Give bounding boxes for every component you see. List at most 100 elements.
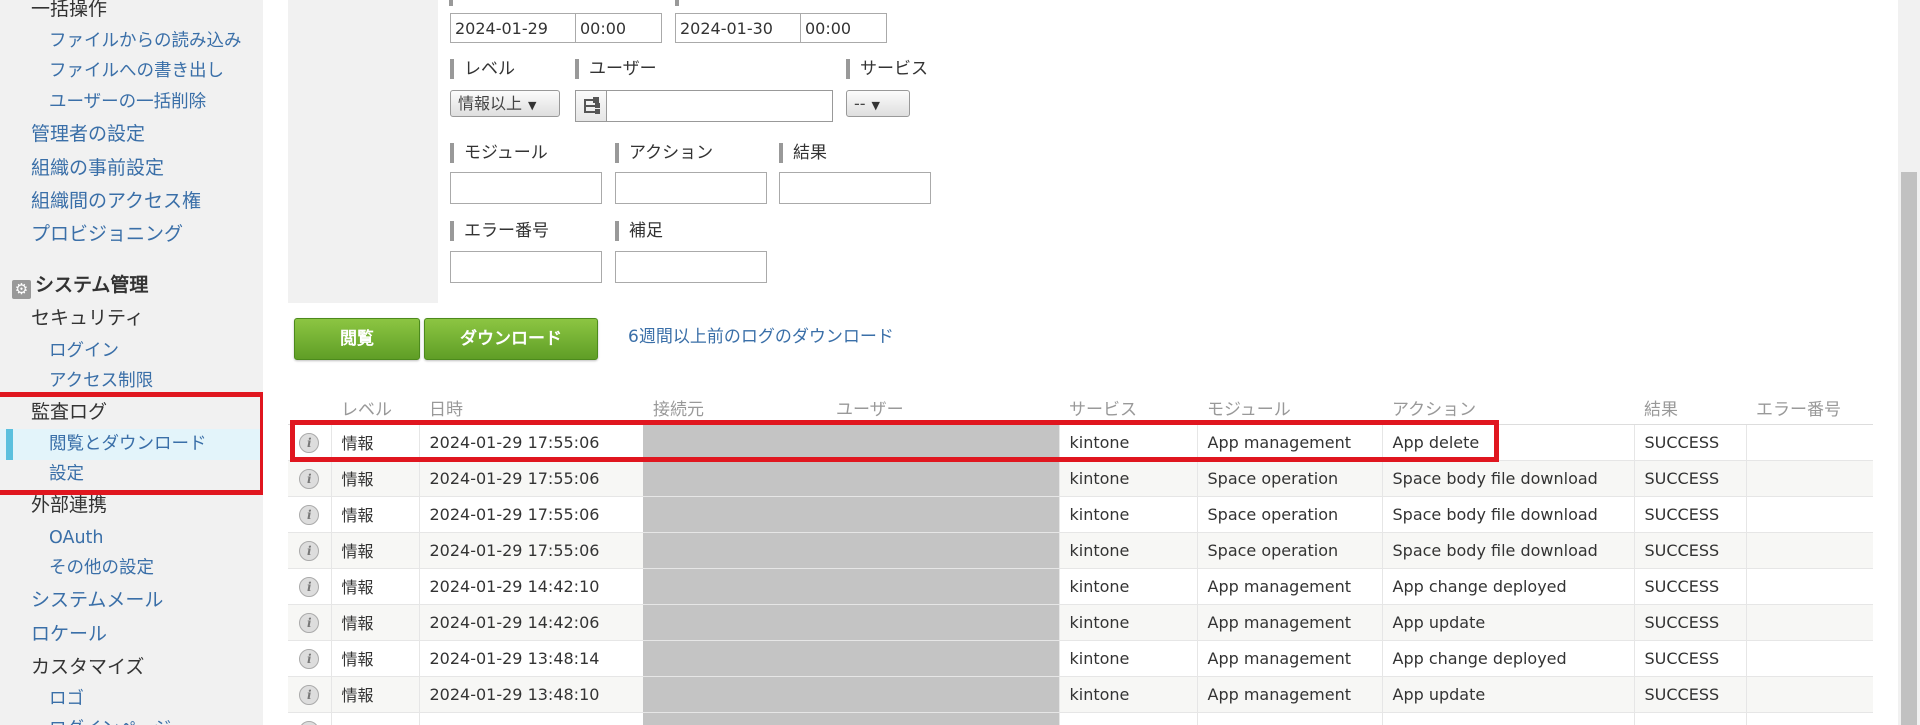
sidebar-item-org-access[interactable]: 組織間のアクセス権 <box>31 189 201 213</box>
download-button[interactable]: ダウンロード <box>424 318 598 360</box>
info-icon[interactable]: i <box>299 576 320 597</box>
page-scrollbar-thumb[interactable] <box>1901 172 1917 725</box>
sidebar-item-locale[interactable]: ロケール <box>31 622 107 646</box>
cell-error <box>1745 532 1873 569</box>
sidebar-item-admin-settings[interactable]: 管理者の設定 <box>31 122 145 146</box>
user-input[interactable] <box>608 91 832 121</box>
header-datetime[interactable]: 日時 <box>419 391 643 425</box>
header-error[interactable]: エラー番号 <box>1746 391 1873 425</box>
level-select[interactable]: 情報以上 ▼ <box>450 90 560 117</box>
cell-source-redacted <box>643 604 826 641</box>
cell-user-redacted <box>826 460 1059 497</box>
sidebar-item-provisioning[interactable]: プロビジョニング <box>31 222 183 246</box>
note-input[interactable] <box>615 251 767 283</box>
cell-module: App management <box>1196 604 1382 641</box>
header-level[interactable]: レベル <box>331 391 419 425</box>
sidebar-item-access-limit[interactable]: アクセス制限 <box>49 369 153 393</box>
cell-error <box>1745 712 1873 725</box>
header-source[interactable]: 接続元 <box>643 391 826 425</box>
cell-module: App management <box>1196 640 1382 677</box>
cell-result: SUCCESS <box>1633 496 1746 533</box>
cell-action: App delete <box>1381 424 1634 461</box>
cell-source-redacted <box>643 496 826 533</box>
action-input[interactable] <box>615 172 767 204</box>
cell-module: Space operation <box>1196 496 1382 533</box>
view-button[interactable]: 閲覧 <box>294 318 420 360</box>
cell-module: Space operation <box>1196 460 1382 497</box>
sidebar-item-bulk-import[interactable]: ファイルからの読み込み <box>49 29 242 53</box>
service-select[interactable]: -- ▼ <box>846 90 910 117</box>
cell-datetime: 2024-01-29 13:48:10 <box>418 676 643 713</box>
info-icon[interactable]: i <box>299 720 320 725</box>
from-date-input[interactable] <box>450 13 576 43</box>
info-icon[interactable]: i <box>299 468 320 489</box>
cell-error <box>1745 460 1873 497</box>
info-icon[interactable]: i <box>299 684 320 705</box>
table-row[interactable]: i 情報 2024-01-29 13:48:10 kintone App man… <box>288 676 1873 713</box>
cell-service: kintone <box>1058 460 1197 497</box>
to-date-input[interactable] <box>675 13 801 43</box>
sidebar-item-org-presettings[interactable]: 組織の事前設定 <box>31 156 164 180</box>
cell-result: SUCCESS <box>1633 424 1746 461</box>
cell-datetime: 2024-01-29 13:48:14 <box>418 640 643 677</box>
table-row[interactable]: i 情報 2024-01-29 13:48:14 kintone App man… <box>288 640 1873 677</box>
module-input[interactable] <box>450 172 602 204</box>
table-row[interactable]: i 情報 2024-01-29 17:55:06 kintone Space o… <box>288 460 1873 497</box>
audit-log-highlight-box <box>0 392 263 495</box>
sidebar-item-bulk-delete[interactable]: ユーザーの一括削除 <box>49 90 206 114</box>
table-row[interactable]: i 情報 2024-01-29 17:55:06 kintone Space o… <box>288 496 1873 533</box>
cell-source-redacted <box>643 712 826 725</box>
header-service[interactable]: サービス <box>1059 391 1197 425</box>
table-row[interactable]: i <box>288 712 1873 725</box>
user-label: ユーザー <box>575 59 657 79</box>
cell-user-redacted <box>826 640 1059 677</box>
sidebar-item-other-settings[interactable]: その他の設定 <box>49 556 154 580</box>
sidebar-item-oauth[interactable]: OAuth <box>49 526 103 550</box>
header-module[interactable]: モジュール <box>1197 391 1382 425</box>
cell-module: App management <box>1196 568 1382 605</box>
error-number-label: エラー番号 <box>450 221 549 241</box>
from-time-input[interactable] <box>575 13 662 43</box>
to-time-input[interactable] <box>800 13 887 43</box>
cell-datetime: 2024-01-29 14:42:06 <box>418 604 643 641</box>
result-input[interactable] <box>779 172 931 204</box>
gear-icon: ⚙ <box>12 280 31 299</box>
cell-error <box>1745 568 1873 605</box>
filter-side-panel <box>288 0 438 303</box>
cell-module <box>1196 712 1382 725</box>
sidebar: 一括操作 ファイルからの読み込み ファイルへの書き出し ユーザーの一括削除 管理… <box>0 0 263 725</box>
info-icon[interactable]: i <box>299 432 320 453</box>
info-icon[interactable]: i <box>299 504 320 525</box>
chevron-down-icon: ▼ <box>871 99 881 112</box>
header-action[interactable]: アクション <box>1382 391 1634 425</box>
sidebar-item-system-mail[interactable]: システムメール <box>31 588 163 612</box>
header-user[interactable]: ユーザー <box>826 391 1059 425</box>
cell-module: App management <box>1196 424 1382 461</box>
header-result[interactable]: 結果 <box>1634 391 1746 425</box>
old-logs-download-link[interactable]: 6週間以上前のログのダウンロード <box>628 326 894 348</box>
cell-service: kintone <box>1058 604 1197 641</box>
sidebar-item-login[interactable]: ログイン <box>49 339 119 363</box>
audit-log-table: レベル 日時 接続元 ユーザー サービス モジュール アクション 結果 エラー番… <box>288 391 1873 725</box>
table-row[interactable]: i 情報 2024-01-29 17:55:06 kintone App man… <box>288 424 1873 461</box>
from-label-stub <box>449 0 463 6</box>
sidebar-item-bulk-export[interactable]: ファイルへの書き出し <box>49 59 224 83</box>
cell-result: SUCCESS <box>1633 532 1746 569</box>
sidebar-item-logo[interactable]: ロゴ <box>49 687 84 711</box>
info-icon[interactable]: i <box>299 612 320 633</box>
table-row[interactable]: i 情報 2024-01-29 17:55:06 kintone Space o… <box>288 532 1873 569</box>
table-row[interactable]: i 情報 2024-01-29 14:42:06 kintone App man… <box>288 604 1873 641</box>
sidebar-item-external[interactable]: 外部連携 <box>31 493 107 517</box>
sidebar-item-customize[interactable]: カスタマイズ <box>31 655 144 679</box>
cell-service: kintone <box>1058 640 1197 677</box>
cell-user-redacted <box>826 424 1059 461</box>
sidebar-item-login-page[interactable]: ログインページ <box>49 717 171 725</box>
info-icon[interactable]: i <box>299 540 320 561</box>
org-tree-icon[interactable] <box>576 91 607 121</box>
error-number-input[interactable] <box>450 251 602 283</box>
module-label: モジュール <box>450 143 548 163</box>
sidebar-item-security[interactable]: セキュリティ <box>31 306 144 330</box>
table-row[interactable]: i 情報 2024-01-29 14:42:10 kintone App man… <box>288 568 1873 605</box>
info-icon[interactable]: i <box>299 648 320 669</box>
cell-source-redacted <box>643 640 826 677</box>
